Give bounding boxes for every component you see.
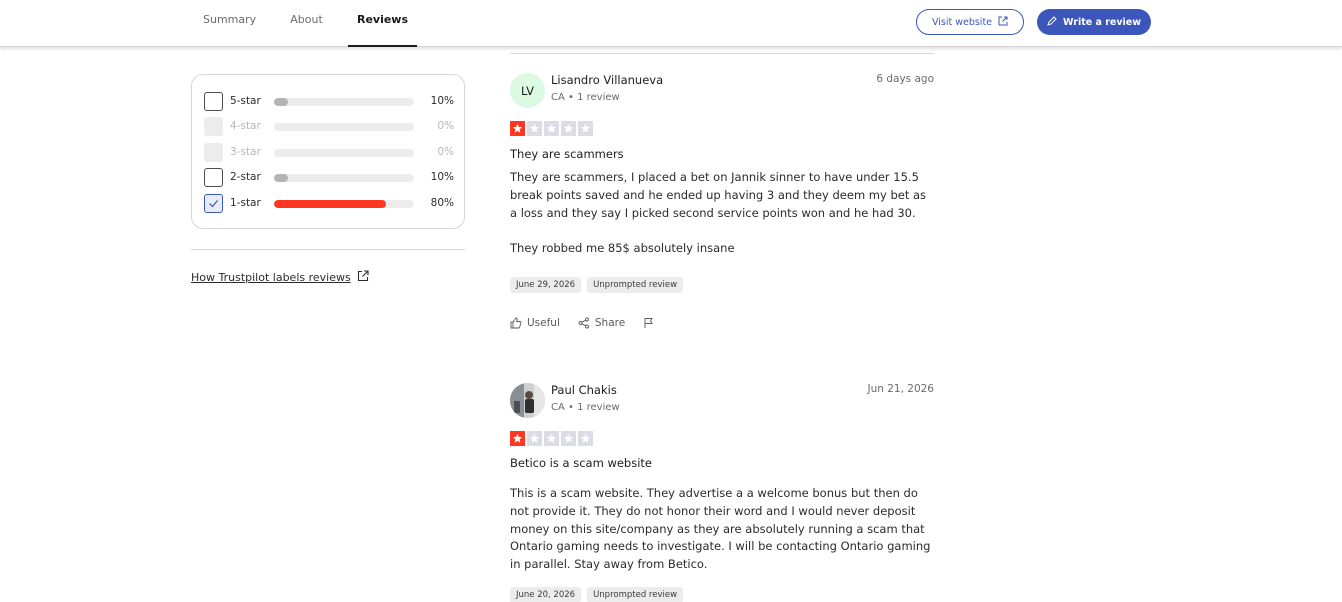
how-link-label: How Trustpilot labels reviews xyxy=(191,271,351,284)
write-review-label: Write a review xyxy=(1062,16,1142,28)
checkbox-4-star xyxy=(204,117,223,136)
filter-label: 1-star xyxy=(230,197,261,209)
how-trustpilot-labels-link[interactable]: How Trustpilot labels reviews xyxy=(191,270,369,285)
avatar-photo xyxy=(510,383,545,418)
reviewer-name[interactable]: Lisandro Villanueva xyxy=(551,73,663,87)
filter-row-2-star[interactable]: 2-star 10% xyxy=(204,168,454,188)
star-empty-icon xyxy=(544,121,559,136)
experience-date-tag: June 29, 2026 xyxy=(510,277,582,293)
external-link-icon xyxy=(357,270,369,285)
share-icon xyxy=(578,317,589,329)
filter-bar xyxy=(274,98,414,106)
avatar[interactable] xyxy=(510,383,545,418)
review-paragraph: They are scammers, I placed a bet on Jan… xyxy=(510,170,927,220)
checkbox-2-star[interactable] xyxy=(204,168,223,187)
filter-row-3-star: 3-star 0% xyxy=(204,143,454,163)
useful-label: Useful xyxy=(527,317,560,329)
tab-summary[interactable]: Summary xyxy=(203,0,256,47)
star-empty-icon xyxy=(527,121,542,136)
divider xyxy=(191,249,465,250)
reviewer-meta: CA • 1 review xyxy=(551,402,620,413)
star-empty-icon xyxy=(544,431,559,446)
unprompted-review-tag[interactable]: Unprompted review xyxy=(587,587,684,602)
share-button[interactable]: Share xyxy=(578,317,625,329)
write-review-button[interactable]: Write a review xyxy=(1037,9,1151,35)
filter-bar-fill xyxy=(274,200,386,208)
visit-website-label: Visit website xyxy=(931,16,993,28)
filter-percent: 80% xyxy=(430,197,454,209)
filter-row-5-star[interactable]: 5-star 10% xyxy=(204,92,454,112)
review-date: Jun 21, 2026 xyxy=(867,383,934,395)
tab-about[interactable]: About xyxy=(290,0,323,47)
review-body: This is a scam website. They advertise a… xyxy=(510,485,934,591)
star-filled-icon xyxy=(510,431,525,446)
star-filled-icon xyxy=(510,121,525,136)
divider xyxy=(510,53,934,54)
visit-website-button[interactable]: Visit website xyxy=(916,9,1024,35)
report-button[interactable] xyxy=(643,317,655,329)
filter-label: 4-star xyxy=(230,120,261,132)
star-rating xyxy=(510,431,593,446)
flag-icon xyxy=(644,318,653,328)
star-empty-icon xyxy=(578,121,593,136)
review-actions: Useful Share xyxy=(510,317,655,329)
filter-bar-fill xyxy=(274,174,288,182)
tab-reviews[interactable]: Reviews xyxy=(348,0,417,47)
star-empty-icon xyxy=(561,431,576,446)
review-body: They are scammers, I placed a bet on Jan… xyxy=(510,169,934,275)
review-paragraph: This is a scam website. They advertise a… xyxy=(510,486,931,572)
filter-percent: 0% xyxy=(437,146,454,158)
filter-label: 5-star xyxy=(230,95,261,107)
checkbox-1-star[interactable] xyxy=(204,194,223,213)
reviewer-meta: CA • 1 review xyxy=(551,92,620,103)
review-title[interactable]: They are scammers xyxy=(510,147,624,161)
star-empty-icon xyxy=(561,121,576,136)
review-date: 6 days ago xyxy=(876,73,934,85)
filter-bar-fill xyxy=(274,98,288,106)
filter-row-4-star: 4-star 0% xyxy=(204,117,454,137)
filter-label: 3-star xyxy=(230,146,261,158)
useful-button[interactable]: Useful xyxy=(510,317,560,329)
top-navigation: Summary About Reviews Visit website Writ… xyxy=(0,0,1342,47)
checkbox-3-star xyxy=(204,143,223,162)
filter-label: 2-star xyxy=(230,171,261,183)
filter-percent: 10% xyxy=(430,171,454,183)
filter-percent: 0% xyxy=(437,120,454,132)
star-empty-icon xyxy=(578,431,593,446)
pencil-icon xyxy=(1047,15,1057,29)
review-card: LV Lisandro Villanueva CA • 1 review 6 d… xyxy=(510,73,934,343)
avatar-initials: LV xyxy=(520,83,534,98)
unprompted-review-tag[interactable]: Unprompted review xyxy=(587,277,684,293)
review-card: Paul Chakis CA • 1 review Jun 21, 2026 B… xyxy=(510,383,934,602)
checkbox-5-star[interactable] xyxy=(204,92,223,111)
review-tags: June 29, 2026 Unprompted review xyxy=(510,277,684,293)
star-empty-icon xyxy=(527,431,542,446)
share-label: Share xyxy=(594,317,626,329)
avatar[interactable]: LV xyxy=(510,73,545,108)
star-rating xyxy=(510,121,593,136)
filter-bar xyxy=(274,200,414,208)
experience-date-tag: June 20, 2026 xyxy=(510,587,582,602)
filter-percent: 10% xyxy=(430,95,454,107)
star-filter-panel: 5-star 10% 4-star 0% 3-star 0% 2-star 10… xyxy=(191,74,465,229)
filter-row-1-star[interactable]: 1-star 80% xyxy=(204,194,454,214)
filter-bar xyxy=(274,123,414,131)
filter-bar xyxy=(274,174,414,182)
filter-bar xyxy=(274,149,414,157)
external-link-icon xyxy=(998,16,1008,29)
review-tags: June 20, 2026 Unprompted review xyxy=(510,587,684,602)
review-title[interactable]: Betico is a scam website xyxy=(510,456,652,470)
checkmark-icon xyxy=(209,200,218,208)
reviewer-name[interactable]: Paul Chakis xyxy=(551,383,617,397)
review-paragraph: They robbed me 85$ absolutely insane xyxy=(510,240,735,255)
thumbs-up-icon xyxy=(510,317,522,329)
